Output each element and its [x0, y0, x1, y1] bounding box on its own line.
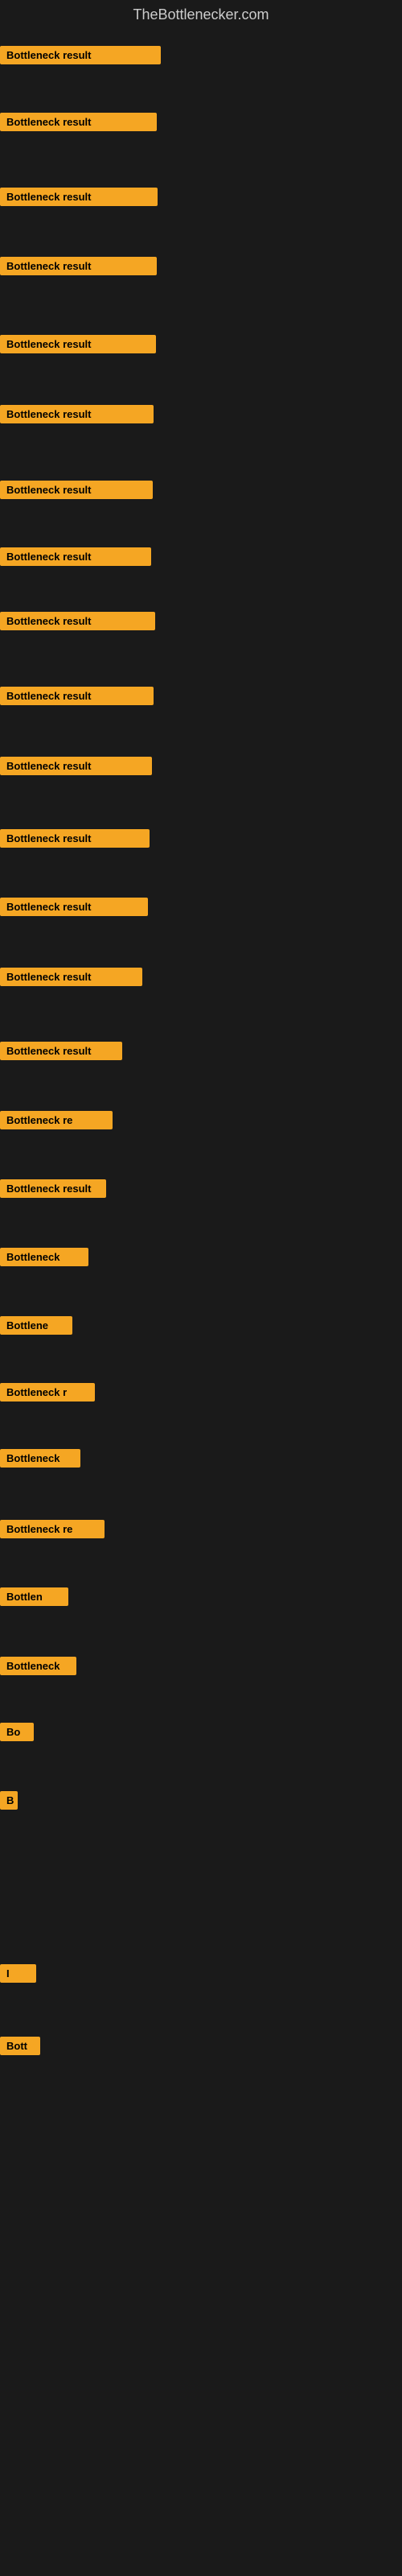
- bottleneck-item: Bottleneck result: [0, 612, 155, 634]
- bottleneck-item: Bottleneck result: [0, 257, 157, 279]
- bottleneck-badge[interactable]: Bottleneck result: [0, 188, 158, 206]
- bottleneck-item: Bottleneck: [0, 1248, 88, 1270]
- bottleneck-badge[interactable]: Bottleneck result: [0, 405, 154, 423]
- bottleneck-badge[interactable]: Bottleneck result: [0, 113, 157, 131]
- bottleneck-badge[interactable]: B: [0, 1791, 18, 1810]
- bottleneck-badge[interactable]: Bottleneck result: [0, 757, 152, 775]
- bottleneck-badge[interactable]: Bottleneck re: [0, 1111, 113, 1129]
- bottleneck-badge[interactable]: Bott: [0, 2037, 40, 2055]
- bottleneck-badge[interactable]: Bottleneck r: [0, 1383, 95, 1402]
- bottleneck-item: Bott: [0, 2037, 40, 2059]
- bottleneck-badge[interactable]: Bottleneck result: [0, 898, 148, 916]
- bottleneck-badge[interactable]: Bottlen: [0, 1587, 68, 1606]
- bottleneck-item: Bottleneck result: [0, 757, 152, 779]
- bottleneck-badge[interactable]: Bottleneck re: [0, 1520, 105, 1538]
- bottleneck-badge[interactable]: Bottleneck result: [0, 612, 155, 630]
- bottleneck-badge[interactable]: Bottleneck result: [0, 335, 156, 353]
- bottleneck-item: Bottleneck result: [0, 898, 148, 920]
- bottleneck-badge[interactable]: Bottleneck result: [0, 257, 157, 275]
- bottleneck-item: Bottlene: [0, 1316, 72, 1339]
- site-title: TheBottlenecker.com: [0, 0, 402, 27]
- bottleneck-badge[interactable]: Bottleneck result: [0, 481, 153, 499]
- bottleneck-item: Bottleneck re: [0, 1520, 105, 1542]
- bottleneck-item: Bottleneck result: [0, 1179, 106, 1202]
- bottleneck-badge[interactable]: Bottleneck result: [0, 46, 161, 64]
- bottleneck-item: Bottleneck result: [0, 113, 157, 135]
- bottleneck-item: Bottleneck r: [0, 1383, 95, 1406]
- bottleneck-badge[interactable]: Bottleneck result: [0, 547, 151, 566]
- bottleneck-item: Bottleneck result: [0, 405, 154, 427]
- bottleneck-item: Bottleneck result: [0, 46, 161, 68]
- bottleneck-item: Bottleneck: [0, 1449, 80, 1472]
- bottleneck-item: Bottleneck result: [0, 829, 150, 852]
- bottleneck-item: Bottleneck re: [0, 1111, 113, 1133]
- bottleneck-badge[interactable]: Bottleneck result: [0, 1179, 106, 1198]
- bottleneck-item: Bottlen: [0, 1587, 68, 1610]
- bottleneck-badge[interactable]: Bottlene: [0, 1316, 72, 1335]
- bottleneck-item: Bottleneck result: [0, 547, 151, 570]
- bottleneck-item: Bottleneck: [0, 1657, 76, 1679]
- bottleneck-item: Bottleneck result: [0, 687, 154, 709]
- bottleneck-item: Bottleneck result: [0, 188, 158, 210]
- bottleneck-badge[interactable]: Bottleneck result: [0, 1042, 122, 1060]
- bottleneck-item: Bo: [0, 1723, 34, 1745]
- bottleneck-badge[interactable]: Bottleneck result: [0, 968, 142, 986]
- bottleneck-item: Bottleneck result: [0, 481, 153, 503]
- bottleneck-item: I: [0, 1964, 36, 1987]
- bottleneck-badge[interactable]: Bottleneck result: [0, 829, 150, 848]
- bottleneck-item: Bottleneck result: [0, 968, 142, 990]
- bottleneck-item: Bottleneck result: [0, 335, 156, 357]
- bottleneck-badge[interactable]: Bottleneck result: [0, 687, 154, 705]
- bottleneck-badge[interactable]: Bottleneck: [0, 1248, 88, 1266]
- bottleneck-badge[interactable]: Bottleneck: [0, 1657, 76, 1675]
- bottleneck-badge[interactable]: I: [0, 1964, 36, 1983]
- bottleneck-item: Bottleneck result: [0, 1042, 122, 1064]
- bottleneck-item: B: [0, 1791, 18, 1814]
- bottleneck-badge[interactable]: Bottleneck: [0, 1449, 80, 1468]
- bottleneck-badge[interactable]: Bo: [0, 1723, 34, 1741]
